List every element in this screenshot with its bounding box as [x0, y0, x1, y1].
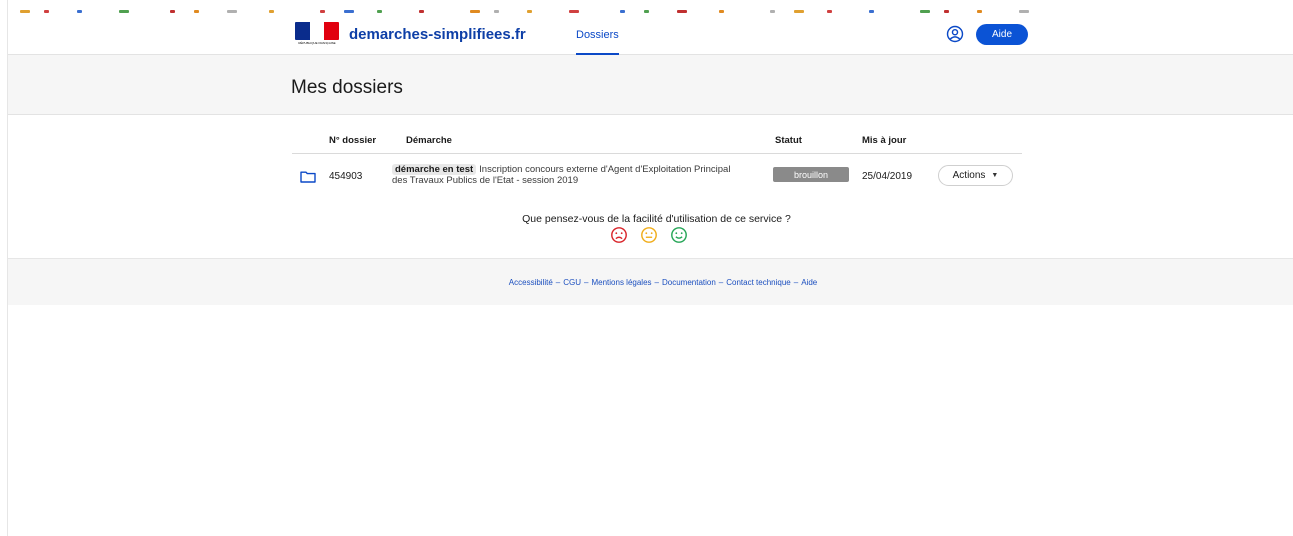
footer-separator: – [793, 278, 799, 287]
feedback-question: Que pensez-vous de la facilité d'utilisa… [522, 213, 791, 225]
bookmark-mark [719, 10, 724, 13]
feedback-smileys [610, 226, 688, 244]
footer-link-documentation[interactable]: Documentation [662, 278, 716, 287]
site-footer: Accessibilité – CGU – Mentions légales – Docum… [8, 258, 1293, 305]
test-procedure-badge: démarche en test [392, 164, 477, 175]
happy-face-icon[interactable] [670, 226, 688, 244]
bookmark-mark [620, 10, 625, 13]
bookmark-mark [977, 10, 982, 13]
procedure-cell[interactable]: démarche en test Inscription concours ext… [392, 164, 737, 186]
table-header: N° dossier Démarche Statut Mis à jour [292, 130, 1022, 154]
actions-label: Actions [952, 170, 986, 181]
footer-separator: – [654, 278, 659, 287]
bookmark-mark [344, 10, 354, 13]
bookmark-mark [770, 10, 775, 13]
bookmark-mark [527, 10, 532, 13]
footer-link-cgu[interactable]: CGU [563, 278, 581, 287]
bookmark-mark [377, 10, 382, 13]
logo-caption: RÉPUBLIQUE FRANÇAISE [298, 41, 336, 45]
actions-dropdown-button[interactable]: Actions ▼ [938, 165, 1013, 186]
marianne-flag-icon [295, 22, 339, 40]
bookmark-mark [644, 10, 649, 13]
sad-face-icon[interactable] [610, 226, 628, 244]
table-row[interactable]: 454903 démarche en test Inscription conco… [292, 154, 1022, 200]
bookmark-mark [869, 10, 874, 13]
footer-link-aide[interactable]: Aide [801, 278, 817, 287]
republique-francaise-logo[interactable]: RÉPUBLIQUE FRANÇAISE [291, 22, 343, 50]
bookmark-mark [119, 10, 129, 13]
page-title: Mes dossiers [291, 77, 403, 98]
status-badge: brouillon [773, 167, 849, 182]
folder-icon[interactable] [300, 170, 316, 183]
site-name-link[interactable]: demarches-simplifiees.fr [349, 26, 526, 43]
footer-link-accessibilite[interactable]: Accessibilité [509, 278, 553, 287]
bookmark-mark [920, 10, 930, 13]
bookmark-mark [419, 10, 424, 13]
bookmark-mark [77, 10, 82, 13]
site-header: RÉPUBLIQUE FRANÇAISE demarches-simplifie… [8, 15, 1293, 55]
help-button[interactable]: Aide [976, 24, 1028, 45]
bookmark-mark [170, 10, 175, 13]
bookmark-mark [1019, 10, 1029, 13]
user-circle-icon[interactable] [946, 25, 964, 43]
column-header-updated: Mis à jour [862, 135, 907, 146]
bookmark-mark [827, 10, 832, 13]
dossier-number[interactable]: 454903 [329, 171, 362, 182]
neutral-face-icon[interactable] [640, 226, 658, 244]
page-left-edge [0, 0, 8, 536]
bookmark-mark [677, 10, 687, 13]
bookmark-mark [227, 10, 237, 13]
caret-down-icon: ▼ [991, 172, 999, 179]
bookmark-mark [794, 10, 804, 13]
bookmark-mark [194, 10, 199, 13]
footer-link-mentions-legales[interactable]: Mentions légales [591, 278, 651, 287]
column-header-status: Statut [775, 135, 802, 146]
bookmark-strip [0, 0, 1293, 16]
footer-links: Accessibilité – CGU – Mentions légales – Docum… [8, 278, 1293, 287]
footer-separator: – [718, 278, 724, 287]
footer-separator: – [584, 278, 589, 287]
bookmark-mark [944, 10, 949, 13]
bookmark-mark [569, 10, 579, 13]
tab-dossiers[interactable]: Dossiers [576, 29, 619, 55]
bookmark-mark [494, 10, 499, 13]
dossiers-table: N° dossier Démarche Statut Mis à jour 45… [292, 130, 1022, 200]
bookmark-mark [20, 10, 30, 13]
page-title-band: Mes dossiers [8, 55, 1293, 115]
footer-separator: – [555, 278, 561, 287]
column-header-number: N° dossier [329, 135, 377, 146]
updated-date: 25/04/2019 [862, 171, 913, 182]
bookmark-mark [320, 10, 325, 13]
bookmark-mark [44, 10, 49, 13]
bookmark-mark [269, 10, 274, 13]
bookmark-mark [470, 10, 480, 13]
footer-link-contact-technique[interactable]: Contact technique [726, 278, 791, 287]
column-header-procedure: Démarche [406, 135, 452, 146]
